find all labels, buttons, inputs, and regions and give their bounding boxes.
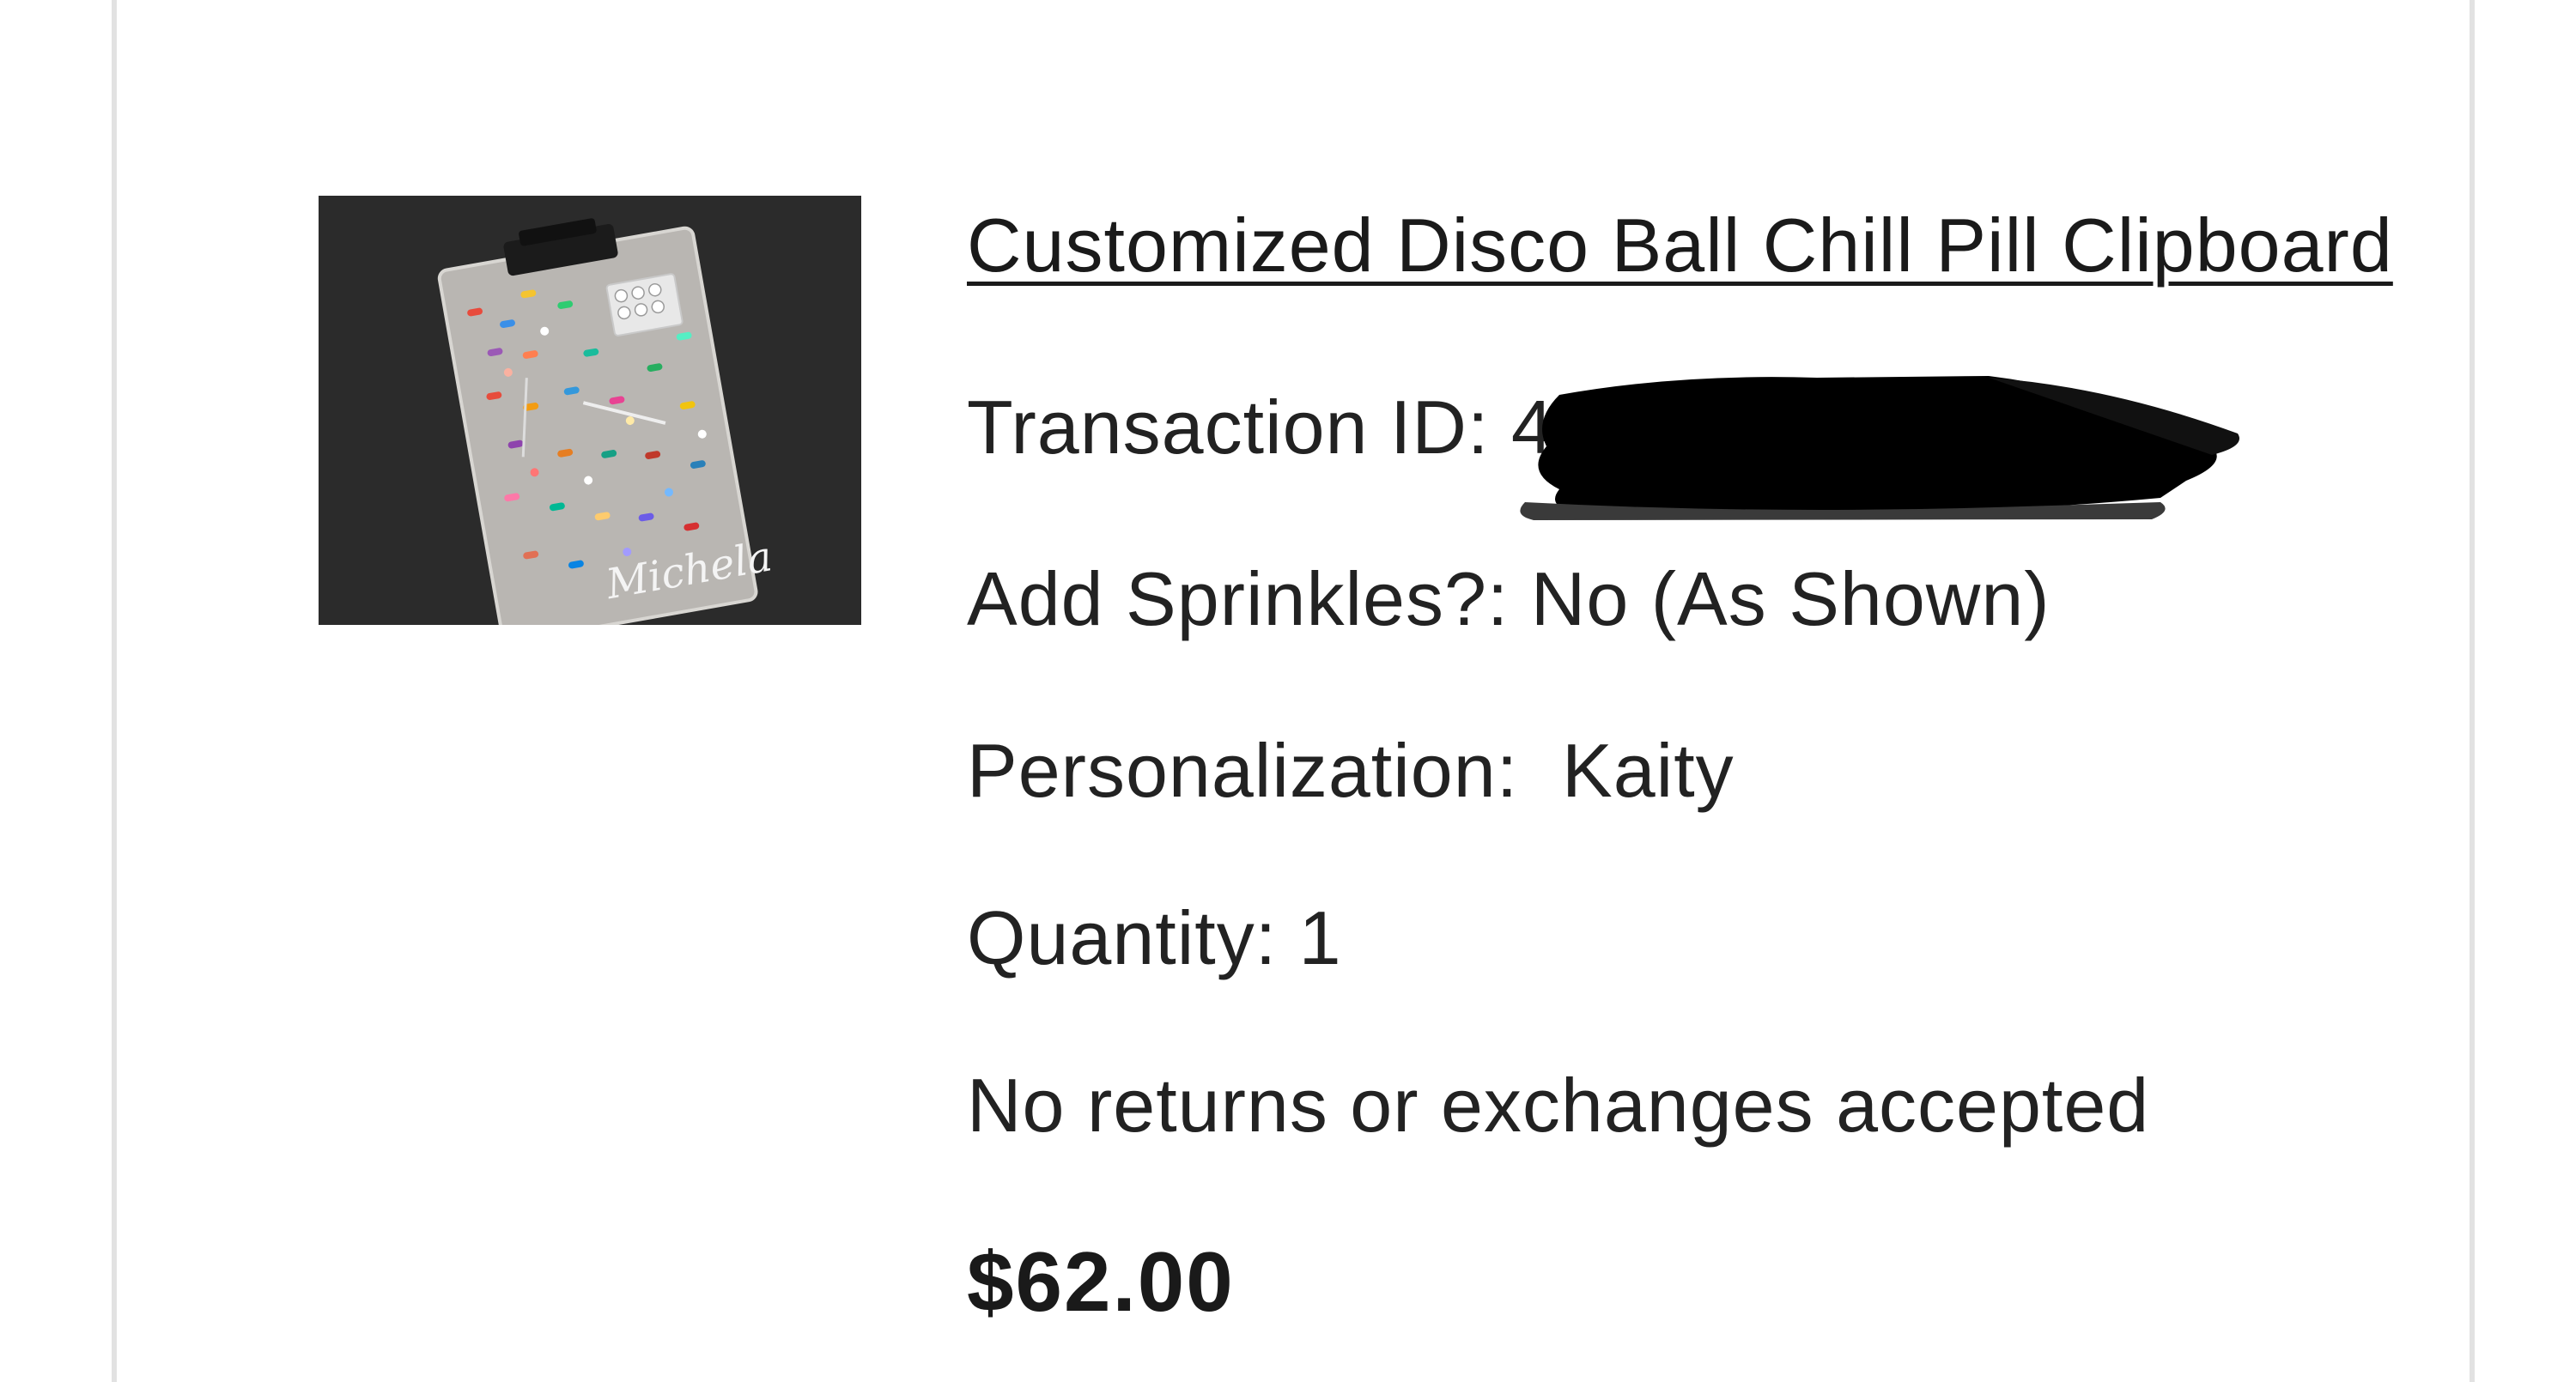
quantity-value: 1 — [1298, 895, 1342, 980]
transaction-id: Transaction ID: 40 — [967, 384, 1597, 471]
order-item-card: Michela Customized Disco Ball Chill Pill… — [112, 0, 2475, 1382]
product-thumbnail[interactable]: Michela — [319, 196, 861, 625]
personalization: Personalization: Kaity — [967, 727, 1735, 815]
personalization-value: Kaity — [1562, 728, 1735, 813]
option-sprinkles-label: Add Sprinkles?: — [967, 556, 1510, 641]
clipboard-photo: Michela — [319, 196, 861, 625]
redaction-scribble — [1520, 376, 2239, 520]
option-sprinkles: Add Sprinkles?: No (As Shown) — [967, 555, 2050, 643]
item-price: $62.00 — [967, 1234, 1235, 1329]
quantity-label: Quantity: — [967, 895, 1278, 980]
product-title-link[interactable]: Customized Disco Ball Chill Pill Clipboa… — [967, 202, 2461, 289]
personalization-label: Personalization: — [967, 728, 1519, 813]
option-sprinkles-value: No (As Shown) — [1530, 556, 2050, 641]
transaction-id-label: Transaction ID: — [967, 385, 1490, 470]
quantity: Quantity: 1 — [967, 894, 1342, 982]
returns-policy: No returns or exchanges accepted — [967, 1063, 2150, 1148]
